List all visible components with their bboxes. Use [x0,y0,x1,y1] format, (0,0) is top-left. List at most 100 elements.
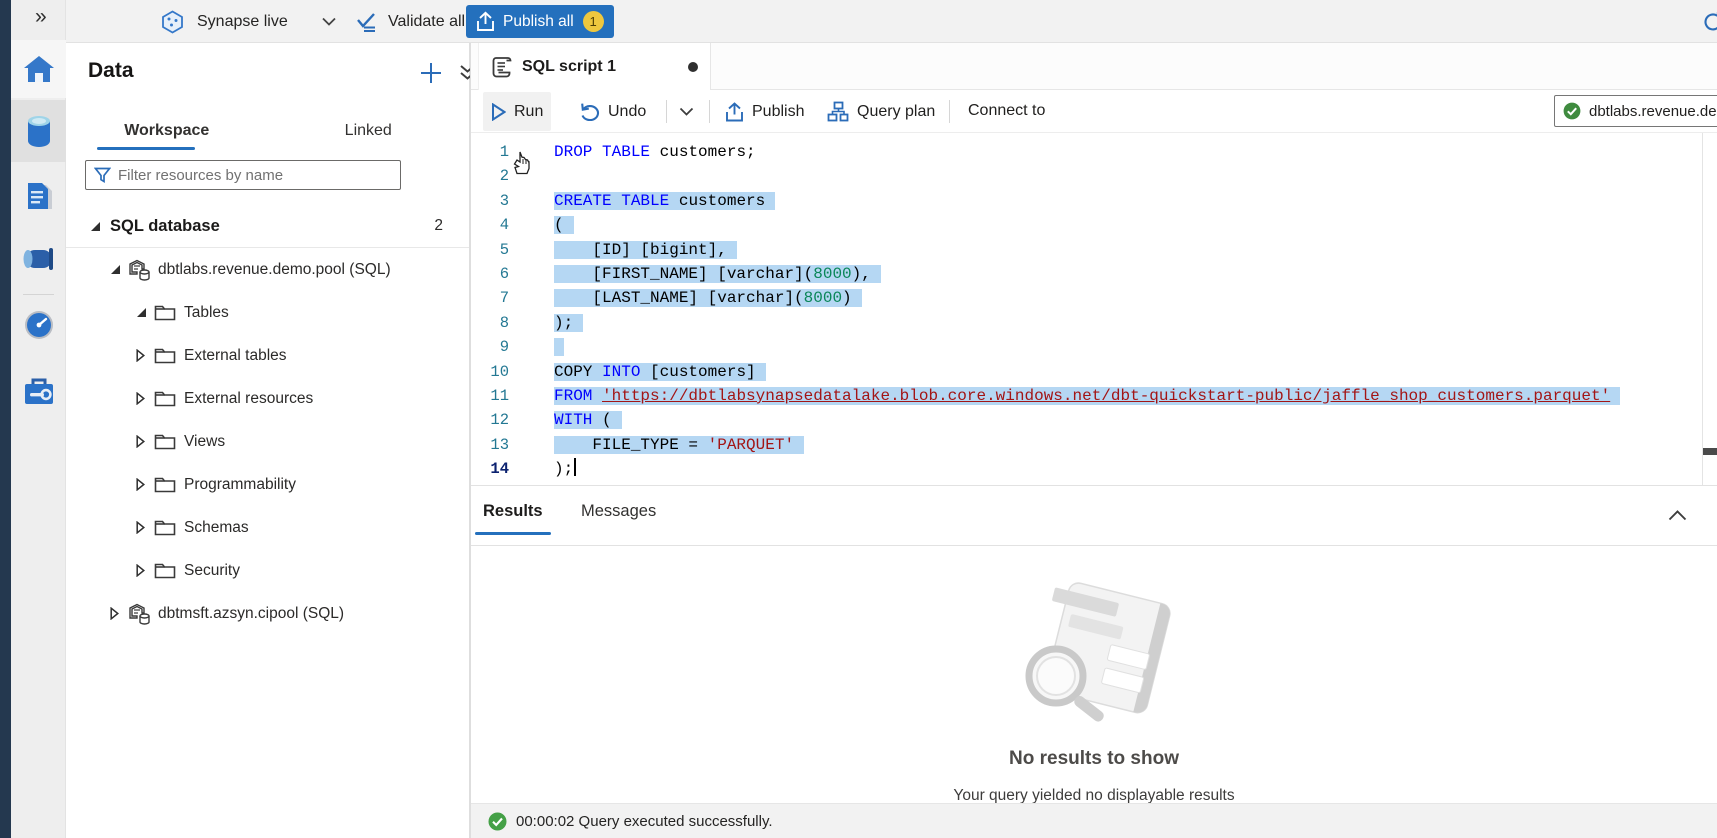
synapse-studio-app: » [0,0,1717,838]
line-number: 11 [471,384,554,408]
tree-item-label: External resources [184,390,313,408]
validate-all-button[interactable]: Validate all [354,0,465,43]
pool-dropdown[interactable]: dbtlabs.revenue.demo.pool [1554,95,1717,127]
code-line-1[interactable]: 1DROP TABLE customers; [471,140,1717,164]
undo-redo-dropdown[interactable] [671,92,702,131]
text-cursor [574,458,576,476]
chevron-collapsed-icon[interactable] [136,521,154,534]
tree-item-label: Security [184,562,240,580]
chevron-expanded-icon[interactable] [136,307,154,318]
tree-item-external-resources[interactable]: External resources [66,377,469,420]
run-play-icon [491,103,506,121]
code-token-pl: ), [852,265,871,283]
code-editor[interactable]: 1DROP TABLE customers;23CREATE TABLE cus… [471,133,1717,485]
gauge-icon [23,309,55,341]
pipeline-icon [22,246,56,272]
chevron-collapsed-icon[interactable] [136,564,154,577]
tree-item-label: External tables [184,347,287,365]
tree-item-tables[interactable]: Tables [66,291,469,334]
connected-check-icon [1563,102,1581,120]
tab-linked[interactable]: Linked [268,108,470,148]
tree-item-sql-database[interactable]: SQL database2 [66,205,469,247]
query-plan-icon [827,101,849,122]
code-line-7[interactable]: 7 [LAST_NAME] [varchar](8000) [471,286,1717,310]
publish-all-button[interactable]: Publish all 1 [466,5,614,38]
code-line-2[interactable]: 2 [471,164,1717,188]
code-line-4[interactable]: 4( [471,213,1717,237]
folder-icon [154,562,182,579]
status-message: 00:00:02 Query executed successfully. [516,813,773,830]
code-token-kw: TABLE [602,143,650,161]
folder-icon [154,347,182,364]
tree-item-label: dbtmsft.azsyn.cipool (SQL) [158,605,344,623]
code-line-3[interactable]: 3CREATE TABLE customers [471,189,1717,213]
code-line-13[interactable]: 13 FILE_TYPE = 'PARQUET' [471,433,1717,457]
code-token-num: 8000 [813,265,851,283]
line-number: 6 [471,262,554,286]
nav-monitor-button[interactable] [11,296,66,354]
code-line-10[interactable]: 10COPY INTO [customers] [471,360,1717,384]
tree-item-dbtmsft-azsyn-cipool-sql[interactable]: dbtmsft.azsyn.cipool (SQL) [66,592,469,635]
collapse-results-button[interactable] [1662,500,1692,530]
tab-sql-script-1[interactable]: SQL script 1 [478,43,711,90]
line-number: 2 [471,164,554,188]
code-line-6[interactable]: 6 [FIRST_NAME] [varchar](8000), [471,262,1717,286]
query-plan-label: Query plan [857,103,935,121]
code-line-8[interactable]: 8); [471,311,1717,335]
synapse-hexagon-icon [161,10,184,34]
tree-item-dbtlabs-revenue-demo-pool-sql[interactable]: dbtlabs.revenue.demo.pool (SQL) [66,248,469,291]
refresh-button[interactable] [1698,7,1717,37]
code-token-pl: [customers] [640,363,755,381]
database-icon [24,114,54,148]
expand-nav-icon[interactable]: » [35,5,47,29]
tab-workspace[interactable]: Workspace [66,108,268,148]
code-token-pl: ( [592,411,611,429]
nav-integrate-button[interactable] [11,230,66,288]
tree-item-views[interactable]: Views [66,420,469,463]
line-number: 13 [471,433,554,457]
tab-messages[interactable]: Messages [581,502,656,521]
nav-data-button[interactable] [11,100,66,162]
code-token-pl [612,192,622,210]
tree-item-schemas[interactable]: Schemas [66,506,469,549]
folder-icon [154,519,182,536]
tab-results[interactable]: Results [483,502,543,521]
code-line-9[interactable]: 9 [471,335,1717,359]
filter-input[interactable] [118,167,392,184]
chevron-expanded-icon[interactable] [110,264,128,275]
data-panel: Data Workspace Linked SQL database2dbtla… [66,43,470,838]
add-resource-button[interactable] [418,60,444,86]
publish-count-badge: 1 [583,11,604,32]
code-line-11[interactable]: 11FROM 'https://dbtlabsynapsedatalake.bl… [471,384,1717,408]
line-number: 3 [471,189,554,213]
mode-selector[interactable]: Synapse live [161,0,336,43]
code-line-12[interactable]: 12WITH ( [471,408,1717,432]
chevron-expanded-icon[interactable] [90,221,108,232]
chevron-collapsed-icon[interactable] [110,607,128,620]
tree-item-external-tables[interactable]: External tables [66,334,469,377]
scrollbar-mark[interactable] [1703,448,1717,455]
run-button[interactable]: Run [483,92,551,131]
nav-home-button[interactable] [11,40,66,98]
chevron-collapsed-icon[interactable] [136,349,154,362]
chevron-collapsed-icon[interactable] [136,478,154,491]
code-line-14[interactable]: 14); [471,457,1717,481]
undo-icon [579,102,600,121]
chevron-up-icon [1668,510,1687,521]
validate-check-icon [354,11,378,33]
tree-item-programmability[interactable]: Programmability [66,463,469,506]
code-token-kw: WITH [554,411,592,429]
publish-button[interactable]: Publish [717,92,812,131]
no-results-illustration [471,574,1717,734]
nav-develop-button[interactable] [11,168,66,226]
tree-item-security[interactable]: Security [66,549,469,592]
global-top-bar: Synapse live Validate all Publish all 1 [66,0,1717,43]
code-line-5[interactable]: 5 [ID] [bigint], [471,238,1717,262]
undo-button[interactable]: Undo [571,92,654,131]
chevron-collapsed-icon[interactable] [136,392,154,405]
chevron-collapsed-icon[interactable] [136,435,154,448]
nav-manage-button[interactable] [11,362,66,420]
query-plan-button[interactable]: Query plan [819,92,943,131]
document-icon [24,181,54,213]
line-number: 5 [471,238,554,262]
